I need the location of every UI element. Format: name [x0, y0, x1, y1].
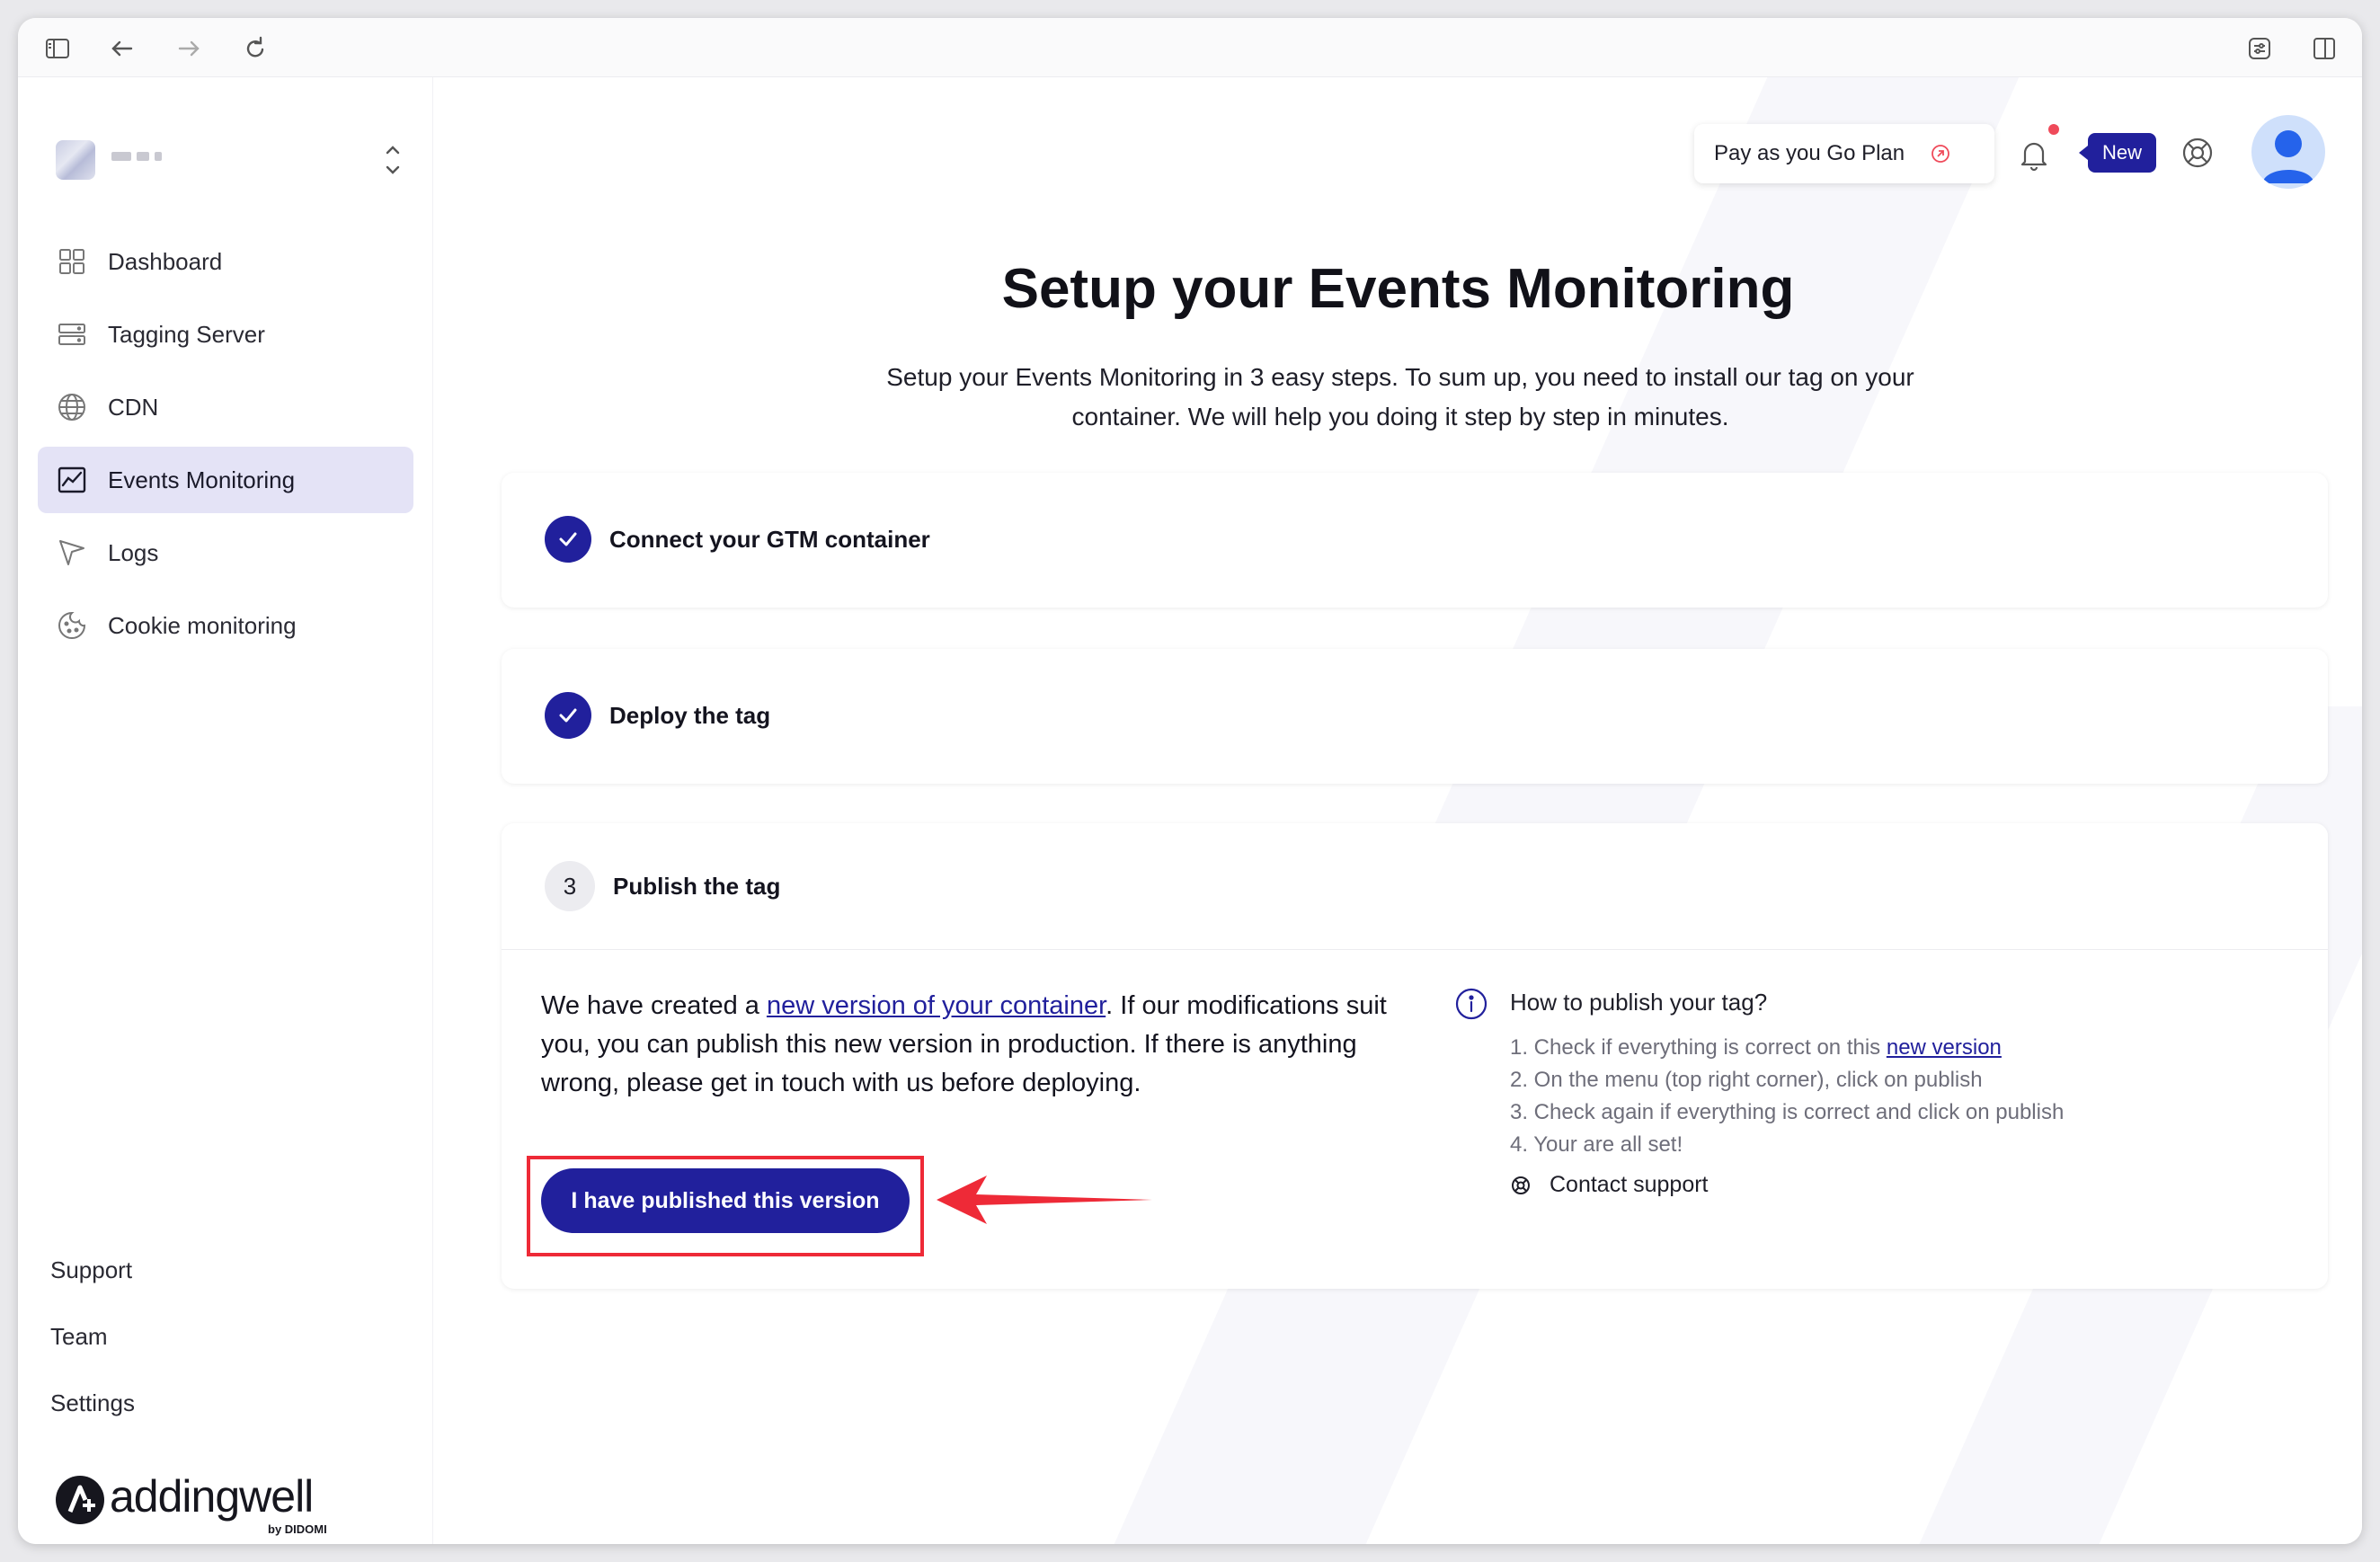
step-header[interactable]: Deploy the tag — [545, 692, 770, 739]
step-label: Publish the tag — [613, 872, 781, 900]
step-card-connect-gtm: Connect your GTM container — [502, 473, 2328, 608]
contact-support-label: Contact support — [1550, 1172, 1709, 1197]
plan-label: Pay as you Go Plan — [1714, 141, 1905, 165]
globe-icon — [54, 389, 90, 425]
notification-bell-icon[interactable] — [2016, 137, 2052, 173]
extensions-icon[interactable] — [2242, 31, 2278, 67]
chevron-up-down-icon — [386, 146, 400, 174]
step-label: Deploy the tag — [609, 701, 771, 729]
user-avatar[interactable] — [2251, 115, 2325, 189]
step-card-deploy-tag: Deploy the tag — [502, 649, 2328, 784]
contact-support-link[interactable]: Contact support — [1510, 1172, 1709, 1198]
browser-toolbar — [18, 18, 2362, 77]
sidebar-item-label: Logs — [108, 538, 159, 566]
reload-icon[interactable] — [237, 31, 273, 67]
sidebar-toggle-icon[interactable] — [40, 31, 75, 67]
sidebar-item-tagging-server[interactable]: Tagging Server — [38, 301, 413, 368]
howto-title: How to publish your tag? — [1510, 989, 1768, 1016]
howto-step-text: 1. Check if everything is correct on thi… — [1510, 1035, 1887, 1060]
forward-arrow-icon[interactable] — [171, 31, 207, 67]
support-link[interactable]: Support — [50, 1237, 135, 1303]
annotation-highlight-box — [527, 1156, 924, 1256]
external-link-icon — [1932, 145, 1950, 163]
team-link[interactable]: Team — [50, 1303, 135, 1370]
sidebar-footer-links: Support Team Settings — [50, 1237, 135, 1436]
howto-step: 1. Check if everything is correct on thi… — [1510, 1032, 2064, 1064]
user-icon — [2262, 130, 2314, 183]
card-divider — [502, 949, 2328, 950]
sidebar-item-dashboard[interactable]: Dashboard — [38, 228, 413, 295]
help-lifebuoy-icon[interactable] — [2180, 135, 2216, 171]
cursor-icon — [54, 535, 90, 571]
sidebar-item-label: Cookie monitoring — [108, 611, 297, 639]
back-arrow-icon[interactable] — [104, 31, 140, 67]
brand-name: addingwell — [110, 1471, 314, 1522]
check-icon — [545, 692, 591, 739]
sidebar-nav: Dashboard Tagging Server CDN Events Moni… — [38, 228, 413, 665]
main-content: Pay as you Go Plan New Setup your Events… — [434, 77, 2362, 1544]
notification-dot — [2048, 124, 2059, 135]
organization-logo — [56, 140, 95, 180]
brand-mark-icon — [56, 1476, 104, 1524]
sidebar-item-label: Dashboard — [108, 247, 223, 275]
new-version-link[interactable]: new version — [1887, 1035, 2002, 1060]
chart-icon — [54, 462, 90, 498]
info-icon — [1455, 988, 1488, 1020]
lifebuoy-icon — [1512, 1176, 1530, 1194]
brand-logo: addingwell by DIDOMI — [56, 1469, 361, 1536]
step-header[interactable]: Connect your GTM container — [545, 516, 930, 563]
publish-text: We have created a — [541, 991, 767, 1020]
sidebar-item-logs[interactable]: Logs — [38, 519, 413, 586]
sidebar-item-label: CDN — [108, 393, 159, 421]
howto-step: 3. Check again if everything is correct … — [1510, 1100, 2065, 1124]
step-number: 3 — [545, 861, 595, 911]
annotation-arrow-icon — [937, 1176, 1152, 1224]
page-title: Setup your Events Monitoring — [1001, 258, 1795, 320]
check-icon — [545, 516, 591, 563]
new-badge[interactable]: New — [2079, 133, 2156, 173]
server-icon — [54, 316, 90, 352]
sidebar-item-cookie-monitoring[interactable]: Cookie monitoring — [38, 592, 413, 659]
step-label: Connect your GTM container — [609, 525, 930, 553]
sidebar-item-cdn[interactable]: CDN — [38, 374, 413, 440]
howto-step: 2. On the menu (top right corner), click… — [1510, 1068, 1983, 1092]
page-subtitle: Setup your Events Monitoring in 3 easy s… — [886, 363, 1914, 430]
grid-icon — [54, 244, 90, 280]
sidebar-item-events-monitoring[interactable]: Events Monitoring — [38, 447, 413, 513]
organization-name-blurred — [111, 149, 183, 167]
plan-button[interactable]: Pay as you Go Plan — [1694, 124, 1994, 183]
organization-switcher[interactable] — [56, 140, 415, 185]
split-view-icon[interactable] — [2306, 31, 2342, 67]
sidebar-item-label: Events Monitoring — [108, 466, 296, 493]
settings-link[interactable]: Settings — [50, 1370, 135, 1436]
howto-step: 4. Your are all set! — [1510, 1132, 1683, 1157]
step-card-publish-tag: 3 Publish the tag We have created a new … — [502, 823, 2328, 1289]
browser-window: Dashboard Tagging Server CDN Events Moni… — [18, 18, 2362, 1544]
cookie-icon — [54, 608, 90, 643]
container-version-link[interactable]: new version of your container — [767, 991, 1106, 1020]
howto-steps: 1. Check if everything is correct on thi… — [1510, 1032, 2064, 1161]
step-header[interactable]: 3 Publish the tag — [545, 861, 780, 911]
publish-description: We have created a new version of your co… — [541, 987, 1440, 1103]
brand-by: by DIDOMI — [268, 1522, 327, 1536]
sidebar: Dashboard Tagging Server CDN Events Moni… — [18, 77, 433, 1544]
sidebar-item-label: Tagging Server — [108, 320, 265, 348]
